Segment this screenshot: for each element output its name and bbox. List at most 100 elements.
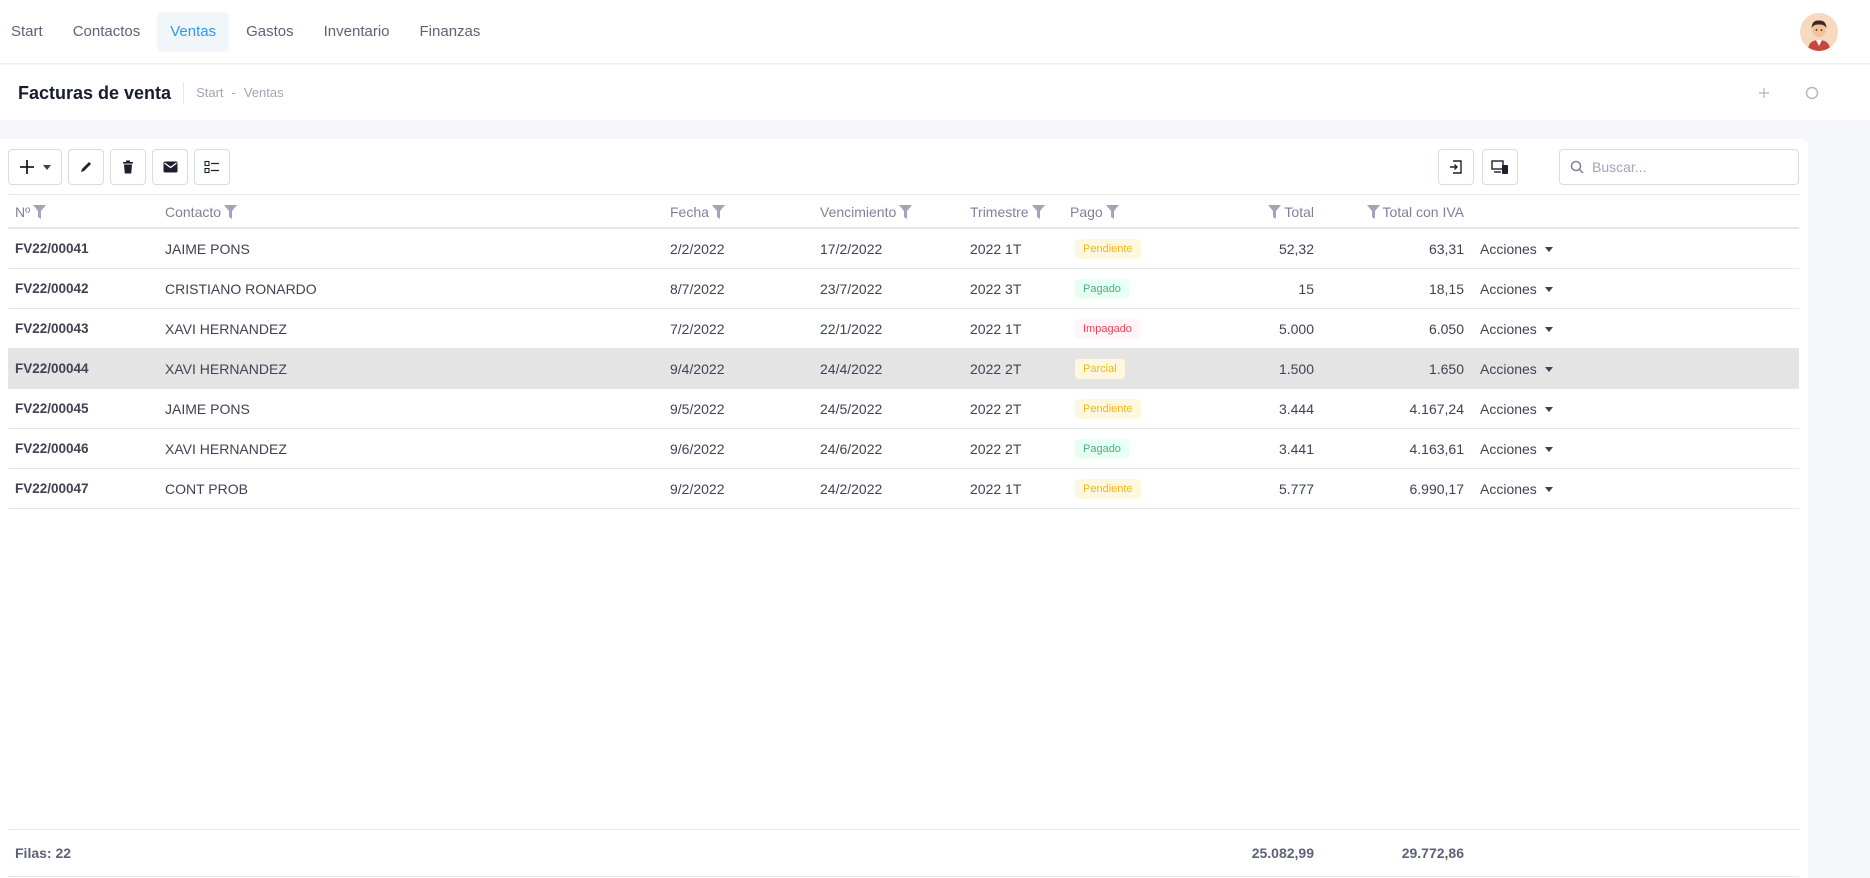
avatar-image [1800,13,1838,51]
actions-dropdown[interactable]: Acciones [1480,441,1553,457]
invoice-date: 9/2/2022 [670,481,725,497]
table-footer: Filas: 22 25.082,99 29.772,86 [8,829,1799,877]
actions-label: Acciones [1480,281,1537,297]
select-columns-button[interactable] [194,149,230,185]
contact-name: XAVI HERNANDEZ [165,361,287,377]
actions-dropdown[interactable]: Acciones [1480,281,1553,297]
nav-item-ventas[interactable]: Ventas [157,11,230,52]
filter-icon[interactable] [33,205,47,219]
actions-dropdown[interactable]: Acciones [1480,401,1553,417]
actions-label: Acciones [1480,241,1537,257]
breadcrumb-start[interactable]: Start [196,85,223,100]
actions-label: Acciones [1480,401,1537,417]
row-total-iva: 6.050 [1428,321,1464,337]
column-header-fecha[interactable]: Fecha [670,204,725,220]
footer-total-iva: 29.772,86 [1401,845,1464,861]
table-row[interactable]: FV22/00043 XAVI HERNANDEZ 7/2/2022 22/1/202… [8,309,1799,349]
top-navbar: Start Contactos Ventas Gastos Inventario… [0,0,1870,64]
add-button[interactable] [8,149,62,185]
nav-item-contactos[interactable]: Contactos [60,12,154,52]
invoice-number[interactable]: FV22/00042 [15,281,89,296]
invoice-number[interactable]: FV22/00041 [15,241,89,256]
nav-item-inventario[interactable]: Inventario [311,12,403,52]
actions-dropdown[interactable]: Acciones [1480,481,1553,497]
actions-dropdown[interactable]: Acciones [1480,241,1553,257]
filter-icon[interactable] [1105,205,1119,219]
column-header-vencimiento[interactable]: Vencimiento [820,204,913,220]
user-avatar[interactable] [1800,13,1838,51]
nav-item-gastos[interactable]: Gastos [233,12,307,52]
invoice-date: 9/5/2022 [670,401,725,417]
payment-status-badge: Pendiente [1075,479,1141,499]
column-header-num[interactable]: Nº [15,204,47,220]
filter-icon[interactable] [1268,205,1282,219]
chevron-down-icon [1544,446,1553,452]
filter-icon[interactable] [1366,205,1380,219]
nav-item-start[interactable]: Start [0,12,56,52]
table-row[interactable]: FV22/00047 CONT PROB 9/2/2022 24/2/2022 2022… [8,469,1799,509]
invoice-number[interactable]: FV22/00047 [15,481,89,496]
payment-status-badge: Pendiente [1075,399,1141,419]
filter-icon[interactable] [711,205,725,219]
column-header-pago[interactable]: Pago [1070,204,1119,220]
invoice-date: 8/7/2022 [670,281,725,297]
table-row[interactable]: FV22/00041 JAIME PONS 2/2/2022 17/2/2022 202… [8,229,1799,269]
due-date: 23/7/2022 [820,281,883,297]
export-button[interactable] [1482,149,1518,185]
table-row[interactable]: FV22/00044 XAVI HERNANDEZ 9/4/2022 24/4/202… [8,349,1799,389]
quarter: 2022 1T [970,241,1022,257]
due-date: 17/2/2022 [820,241,883,257]
quarter: 2022 2T [970,401,1022,417]
row-total: 3.444 [1278,401,1314,417]
table-row[interactable]: FV22/00046 XAVI HERNANDEZ 9/6/2022 24/6/202… [8,429,1799,469]
email-button[interactable] [152,149,188,185]
actions-label: Acciones [1480,441,1537,457]
invoice-number[interactable]: FV22/00044 [15,361,89,376]
column-header-contacto[interactable]: Contacto [165,204,238,220]
due-date: 24/5/2022 [820,401,883,417]
breadcrumb-separator: - [231,85,236,100]
table-body: FV22/00041 JAIME PONS 2/2/2022 17/2/2022 202… [8,229,1799,509]
plus-icon [20,160,34,174]
invoice-number[interactable]: FV22/00045 [15,401,89,416]
chevron-down-icon [1544,286,1553,292]
filter-icon[interactable] [899,205,913,219]
search-input[interactable] [1592,159,1782,175]
payment-status-badge: Pendiente [1075,239,1141,259]
quarter: 2022 3T [970,281,1022,297]
nav-item-finanzas[interactable]: Finanzas [407,12,494,52]
column-header-total-iva[interactable]: Total con IVA [1366,204,1464,220]
invoice-number[interactable]: FV22/00043 [15,321,89,336]
actions-label: Acciones [1480,321,1537,337]
import-button[interactable] [1438,149,1474,185]
invoice-date: 9/6/2022 [670,441,725,457]
delete-button[interactable] [110,149,146,185]
filter-icon[interactable] [1031,205,1045,219]
row-total-iva: 6.990,17 [1409,481,1465,497]
table-row[interactable]: FV22/00045 JAIME PONS 9/5/2022 24/5/2022 202… [8,389,1799,429]
filter-icon[interactable] [224,205,238,219]
row-total-iva: 63,31 [1428,241,1464,257]
actions-dropdown[interactable]: Acciones [1480,361,1553,377]
row-total: 1.500 [1278,361,1314,377]
quarter: 2022 2T [970,361,1022,377]
payment-status-badge: Parcial [1075,359,1125,379]
edit-button[interactable] [68,149,104,185]
chevron-down-icon [1544,326,1553,332]
contact-name: CONT PROB [165,481,248,497]
table-header: Nº Contacto Fecha Vencimiento Trimestre … [8,194,1799,229]
invoice-number[interactable]: FV22/00046 [15,441,89,456]
column-header-trimestre[interactable]: Trimestre [970,204,1045,220]
search-box[interactable] [1559,149,1799,185]
invoices-card: Nº Contacto Fecha Vencimiento Trimestre … [0,139,1808,878]
table-row[interactable]: FV22/00042 CRISTIANO RONARDO 8/7/2022 23/7/… [8,269,1799,309]
column-header-total[interactable]: Total [1268,204,1314,220]
footer-total: 25.082,99 [1251,845,1314,861]
chevron-down-icon [1544,366,1553,372]
contact-name: XAVI HERNANDEZ [165,441,287,457]
payment-status-badge: Pagado [1075,279,1129,299]
actions-dropdown[interactable]: Acciones [1480,321,1553,337]
search-circle-icon[interactable] [1802,83,1822,103]
table-toolbar [8,149,230,185]
plus-icon[interactable] [1754,83,1774,103]
